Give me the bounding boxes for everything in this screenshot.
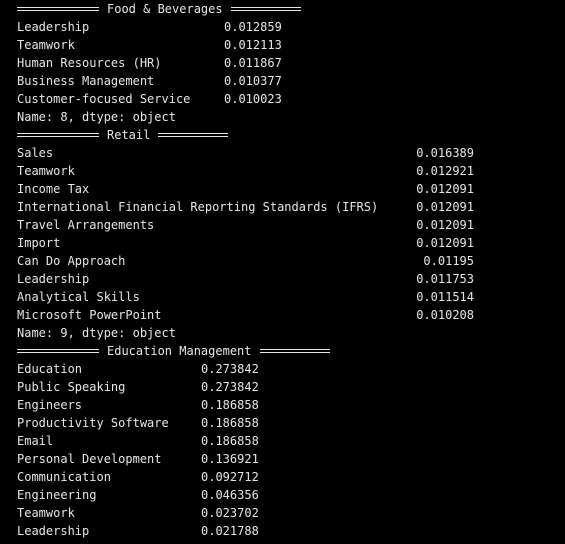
series-row: Travel Arrangements 0.012091 [17,216,565,234]
row-label: Teamwork [17,38,75,52]
row-value: 0.186858 [201,398,259,412]
row-label: Analytical Skills [17,290,140,304]
series-row: Engineering 0.046356 [17,486,565,504]
row-value: 0.046356 [201,488,259,502]
row-value: 0.023702 [201,506,259,520]
section-title: Food & Beverages [107,2,223,16]
series-footer: Name: 9, dtype: object [17,326,176,340]
series-row: Import 0.012091 [17,234,565,252]
row-label: Communication [17,470,111,484]
row-label: Import [17,236,61,250]
series-row: Analytical Skills 0.011514 [17,288,565,306]
row-label: Leadership [17,524,90,538]
series-row: Microsoft PowerPoint 0.010208 [17,306,565,324]
row-value: 0.012091 [416,218,474,232]
row-label: Sales [17,146,54,160]
series-row: Productivity Software 0.186858 [17,414,565,432]
section-title: Retail [107,128,151,142]
section-title: Education Management [107,344,252,358]
row-label: Personal Development [17,452,162,466]
row-value: 0.010208 [416,308,474,322]
row-label: Human Resources (HR) [17,56,162,70]
row-label: Customer-focused Service [17,92,191,106]
terminal-output: Food & Beverages Leadership 0.012859 Teamwo… [17,0,565,544]
series-row: Can Do Approach 0.01195 [17,252,565,270]
row-value: 0.186858 [201,434,259,448]
row-label: Leadership [17,272,90,286]
header-rule-right [230,7,301,11]
section-header: Retail [17,126,565,144]
series-row: Human Resources (HR) 0.011867 [17,54,565,72]
row-value: 0.092712 [201,470,259,484]
series-row: Education 0.273842 [17,360,565,378]
row-value: 0.186858 [201,416,259,430]
series-row: Leadership 0.021788 [17,522,565,540]
series-row: Teamwork 0.012113 [17,36,565,54]
series-row: Teamwork 0.012921 [17,162,565,180]
series-footer: Name: 8, dtype: object [17,110,176,124]
row-label: Email [17,434,54,448]
row-value: 0.273842 [201,380,259,394]
section-header: Education Management [17,342,565,360]
row-value: 0.011753 [416,272,474,286]
row-label: Can Do Approach [17,254,126,268]
section-header: Food & Beverages [17,0,565,18]
row-value: 0.011514 [416,290,474,304]
row-value: 0.012921 [416,164,474,178]
row-value: 0.010377 [224,74,282,88]
series-row: Business Management 0.010377 [17,72,565,90]
row-label: Education [17,362,83,376]
header-rule-left [17,133,99,137]
row-value: 0.011867 [224,56,282,70]
row-value: 0.021788 [201,524,259,538]
row-label: Teamwork [17,506,75,520]
row-value: 0.010023 [224,92,282,106]
series-row: Personal Development 0.136921 [17,450,565,468]
row-value: 0.273842 [201,362,259,376]
header-rule-left [17,349,99,353]
row-label: Income Tax [17,182,90,196]
row-value: 0.016389 [416,146,474,160]
row-label: Leadership [17,20,90,34]
series-row: Communication 0.092712 [17,468,565,486]
row-value: 0.136921 [201,452,259,466]
row-value: 0.012113 [224,38,282,52]
series-row: Customer-focused Service 0.010023 [17,90,565,108]
row-label: Travel Arrangements [17,218,155,232]
series-row: Leadership 0.012859 [17,18,565,36]
row-label: International Financial Reporting Standa… [17,200,379,214]
row-label: Engineering [17,488,97,502]
series-row: Leadership 0.011753 [17,270,565,288]
row-label: Productivity Software [17,416,169,430]
row-label: Business Management [17,74,155,88]
series-row: Income Tax 0.012091 [17,180,565,198]
row-value: 0.012091 [416,182,474,196]
row-label: Engineers [17,398,83,412]
series-row: Teamwork 0.023702 [17,504,565,522]
series-row: Engineers 0.186858 [17,396,565,414]
row-value: 0.012091 [416,236,474,250]
row-label: Public Speaking [17,380,126,394]
series-row: International Financial Reporting Standa… [17,198,565,216]
row-value: 0.01195 [423,254,474,268]
series-row: Sales 0.016389 [17,144,565,162]
row-label: Teamwork [17,164,75,178]
header-rule-right [259,349,330,353]
header-rule-left [17,7,99,11]
row-label: Microsoft PowerPoint [17,308,162,322]
header-rule-right [158,133,229,137]
series-row: Email 0.186858 [17,432,565,450]
row-value: 0.012859 [224,20,282,34]
series-row: Public Speaking 0.273842 [17,378,565,396]
row-value: 0.012091 [416,200,474,214]
